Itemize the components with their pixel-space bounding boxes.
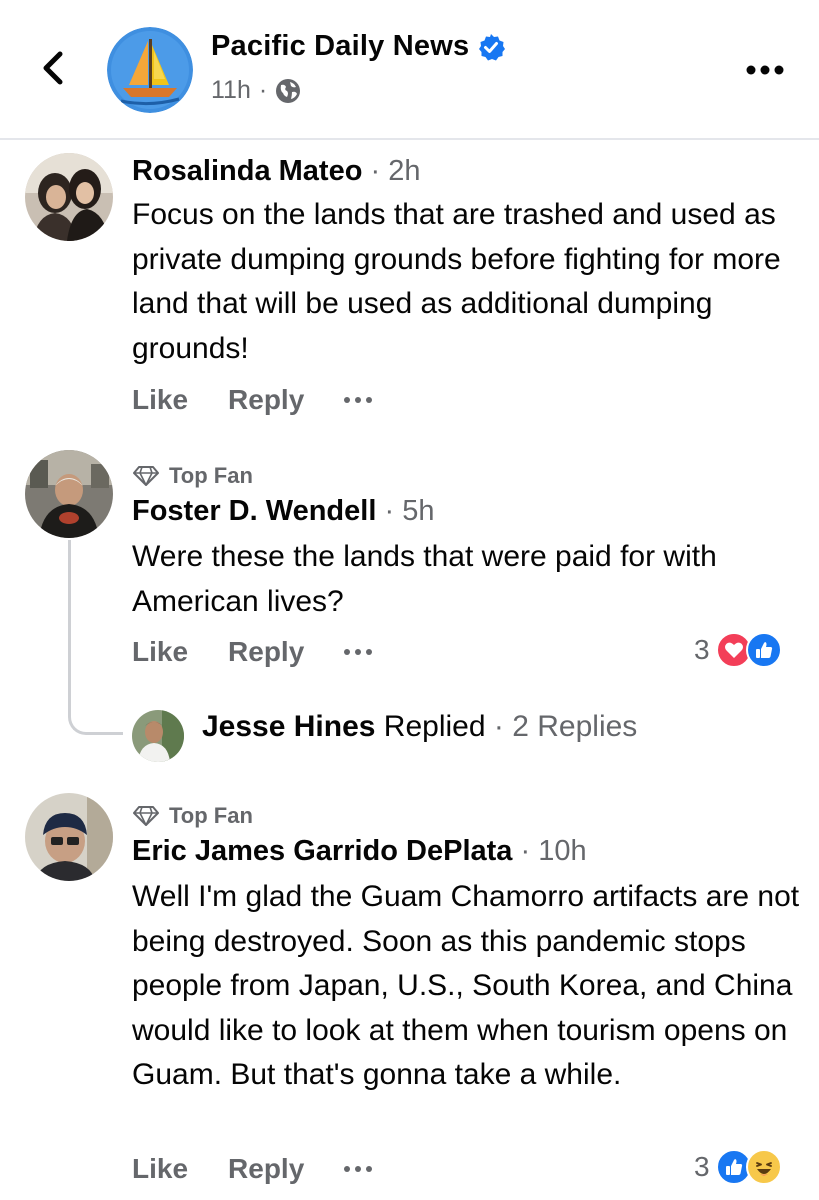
commenter-name[interactable]: Eric James Garrido DePlata xyxy=(132,835,512,867)
separator: · xyxy=(384,495,395,527)
reaction-count: 3 xyxy=(694,634,710,665)
meta-separator: · xyxy=(258,76,268,104)
separator: · xyxy=(370,155,381,187)
like-button[interactable]: Like xyxy=(132,384,188,416)
top-fan-badge: Top Fan xyxy=(133,463,253,489)
more-icon[interactable] xyxy=(344,1166,373,1172)
badge-label: Top Fan xyxy=(169,463,253,488)
more-icon[interactable] xyxy=(344,397,373,403)
comment-actions: Like Reply xyxy=(132,1153,373,1185)
diamond-icon xyxy=(133,466,159,486)
reaction-summary[interactable]: 3 xyxy=(694,1149,782,1185)
page-name-row: Pacific Daily News xyxy=(211,30,506,63)
post-time[interactable]: 11h xyxy=(211,76,251,105)
post-meta: 11h · xyxy=(211,76,301,105)
chevron-left-icon xyxy=(43,51,63,85)
comment-body: Focus on the lands that are trashed and … xyxy=(132,198,781,365)
like-reaction-icon xyxy=(745,632,782,668)
comment-header: Foster D. Wendell · 5h xyxy=(132,495,434,528)
badge-label: Top Fan xyxy=(169,803,253,828)
profile-photo xyxy=(25,793,113,881)
like-button[interactable]: Like xyxy=(132,636,188,668)
replier-avatar[interactable] xyxy=(132,710,184,762)
back-button[interactable] xyxy=(30,45,76,91)
commenter-name[interactable]: Foster D. Wendell xyxy=(132,495,376,527)
comment-actions: Like Reply xyxy=(132,384,373,416)
verified-badge-icon xyxy=(479,33,506,60)
comment-time[interactable]: 10h xyxy=(538,835,586,867)
profile-photo xyxy=(25,153,113,241)
commenter-avatar[interactable] xyxy=(25,153,113,241)
top-fan-badge: Top Fan xyxy=(133,803,253,829)
replies-count[interactable]: 2 Replies xyxy=(512,710,637,743)
replied-label: Replied xyxy=(383,710,486,743)
separator: · xyxy=(520,835,531,867)
commenter-avatar[interactable] xyxy=(25,450,113,538)
reply-button[interactable]: Reply xyxy=(228,384,304,416)
commenter-name[interactable]: Rosalinda Mateo xyxy=(132,155,362,187)
comment-time[interactable]: 2h xyxy=(388,155,420,187)
reaction-summary[interactable]: 3 xyxy=(694,632,782,668)
commenter-avatar[interactable] xyxy=(25,793,113,881)
replier-name[interactable]: Jesse Hines xyxy=(202,710,375,743)
like-button[interactable]: Like xyxy=(132,1153,188,1185)
haha-reaction-icon xyxy=(745,1149,782,1185)
reaction-count: 3 xyxy=(694,1151,710,1182)
separator: · xyxy=(493,710,504,743)
comment-body: Well I'm glad the Guam Chamorro artifact… xyxy=(132,880,800,1091)
more-options-icon xyxy=(746,65,784,75)
reply-button[interactable]: Reply xyxy=(228,636,304,668)
comment-header: Eric James Garrido DePlata · 10h xyxy=(132,835,587,868)
more-icon[interactable] xyxy=(344,649,373,655)
reply-summary[interactable]: Jesse Hines Replied · 2 Replies xyxy=(202,710,637,744)
globe-icon xyxy=(276,78,301,103)
thread-line xyxy=(68,540,123,735)
comment-actions: Like Reply xyxy=(132,636,373,668)
profile-photo xyxy=(25,450,113,538)
comment-time[interactable]: 5h xyxy=(402,495,434,527)
sailboat-logo-icon xyxy=(107,27,193,113)
diamond-icon xyxy=(133,806,159,826)
page-avatar[interactable] xyxy=(107,27,193,113)
comment-body: Were these the lands that were paid for … xyxy=(132,540,717,618)
profile-photo xyxy=(132,710,184,762)
comment-header: Rosalinda Mateo · 2h xyxy=(132,155,421,188)
post-header: Pacific Daily News 11h · xyxy=(0,0,819,140)
page-name[interactable]: Pacific Daily News xyxy=(211,30,469,63)
reply-button[interactable]: Reply xyxy=(228,1153,304,1185)
more-options-button[interactable] xyxy=(740,52,790,88)
